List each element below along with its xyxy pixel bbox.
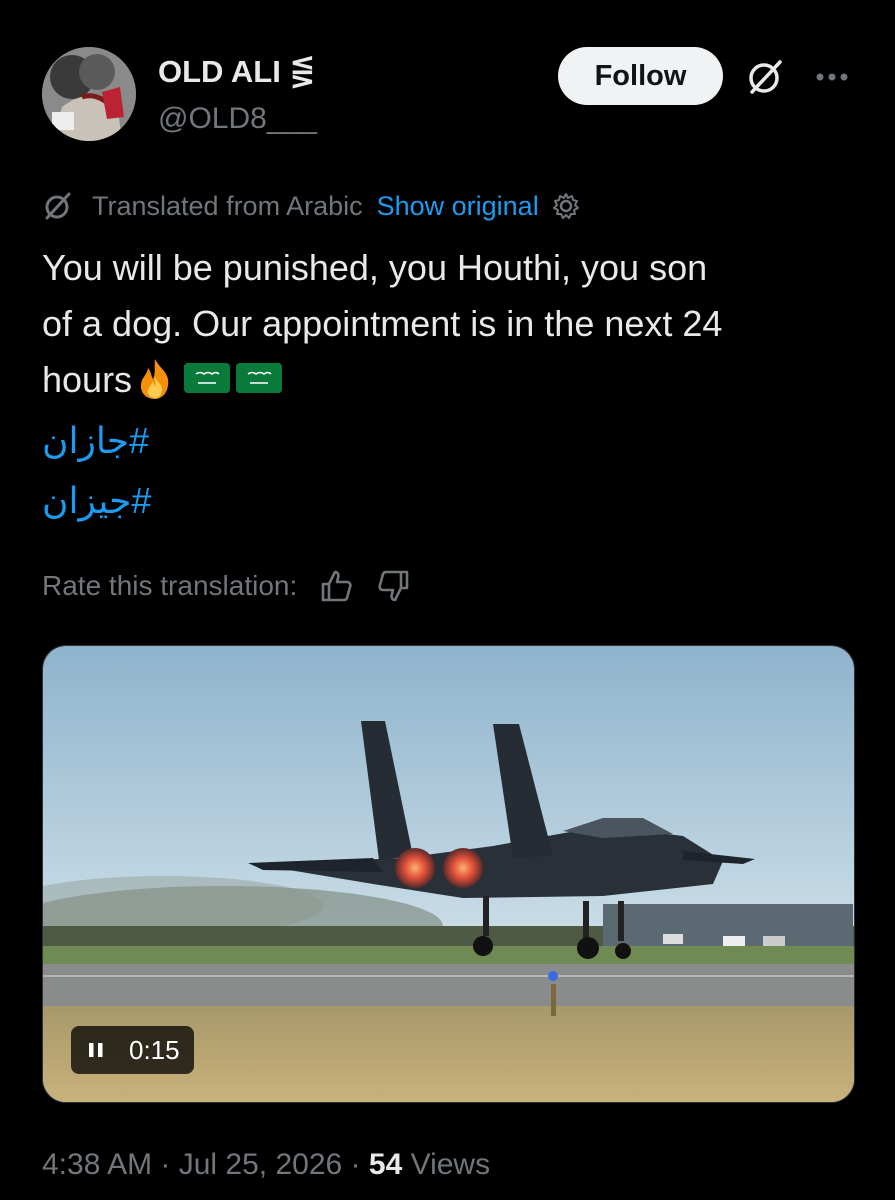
video-player[interactable]: 0:15 — [42, 645, 855, 1103]
tweet-text-line-3: hours — [42, 359, 133, 400]
pause-icon[interactable] — [85, 1039, 107, 1061]
tweet-meta: 4:38 AM · Jul 25, 2026 · 54 Views — [42, 1148, 490, 1182]
avatar[interactable] — [42, 47, 136, 141]
follow-button[interactable]: Follow — [558, 47, 723, 105]
tweet-text-line: You will be punished, you Houthi, you so… — [42, 247, 708, 288]
show-original-link[interactable]: Show original — [377, 191, 539, 222]
saudi-flag-icon — [184, 363, 231, 394]
saudi-flag-icon — [236, 363, 283, 394]
thumbs-up-icon[interactable] — [317, 567, 355, 605]
separator: · — [342, 1148, 369, 1181]
hashtag-link[interactable]: #جازان — [42, 420, 149, 462]
display-name[interactable]: OLD ALI ⋚ — [158, 54, 315, 90]
views-count: 54 — [368, 1148, 403, 1181]
thumbs-down-icon[interactable] — [375, 567, 413, 605]
grok-icon[interactable] — [744, 56, 786, 98]
more-icon[interactable] — [812, 62, 852, 92]
separator: · — [152, 1148, 179, 1181]
hashtag-link[interactable]: #جيزان — [42, 480, 151, 522]
video-time-badge[interactable]: 0:15 — [71, 1026, 194, 1074]
gear-icon[interactable] — [551, 191, 581, 221]
rate-translation-row: Rate this translation: — [42, 566, 413, 606]
grok-translate-icon — [45, 192, 71, 220]
video-duration: 0:15 — [129, 1034, 180, 1065]
tweet-text: You will be punished, you Houthi, you so… — [42, 240, 857, 408]
tweet-date[interactable]: Jul 25, 2026 — [179, 1148, 342, 1181]
translated-label: Translated from Arabic — [92, 190, 363, 221]
fire-icon — [132, 355, 178, 401]
views-label: Views — [402, 1148, 491, 1181]
user-handle[interactable]: @OLD8___ — [158, 102, 317, 136]
tweet-time[interactable]: 4:38 AM — [42, 1148, 152, 1181]
tweet-page: OLD ALI ⋚ @OLD8___ Follow Translated fro… — [0, 0, 895, 1200]
translation-row: Translated from Arabic Show original — [42, 188, 581, 224]
tweet-text-line: of a dog. Our appointment is in the next… — [42, 303, 723, 344]
rate-translation-label: Rate this translation: — [42, 570, 298, 601]
tweet-text-line: hours — [42, 352, 857, 408]
